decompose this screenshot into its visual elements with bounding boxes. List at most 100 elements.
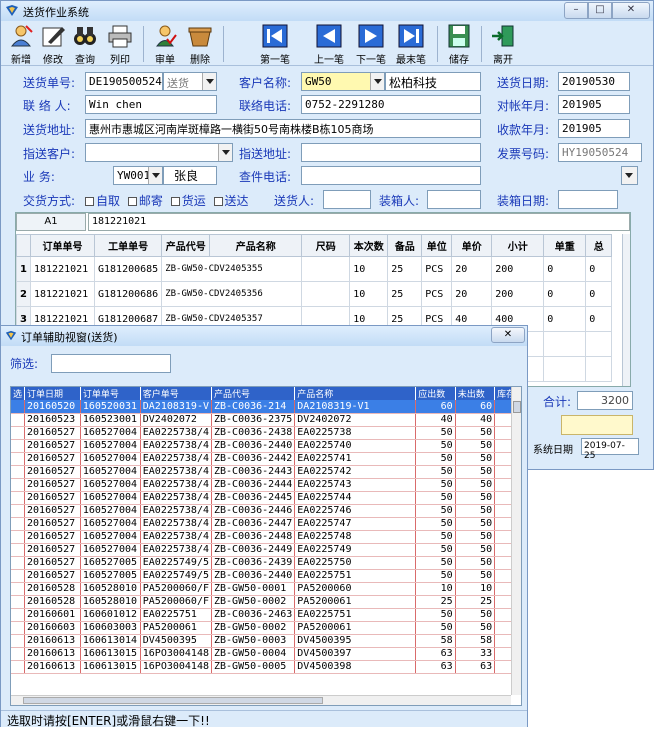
list-column-header[interactable]: 产品代号 — [211, 387, 296, 400]
list-vertical-scrollbar[interactable] — [511, 387, 521, 695]
list-column-header[interactable]: 应出数 — [415, 387, 456, 400]
invoice-label: 发票号码: — [497, 147, 550, 161]
approve-button[interactable]: 审单 — [151, 24, 179, 66]
column-header[interactable]: 订单单号 — [30, 234, 95, 257]
sales-name-field[interactable]: 张良 — [163, 166, 217, 185]
invoice-field[interactable]: HY19050524 — [558, 143, 642, 162]
column-header[interactable]: 备品 — [387, 234, 423, 257]
list-item[interactable]: 20160523 160523001 DV2402072 ZB-C0036-2375 D… — [11, 413, 521, 427]
approve-icon — [156, 25, 177, 47]
list-item[interactable]: 20160527 160527004 EA0225738/4 ZB-C0036-244… — [11, 504, 521, 518]
chevron-down-icon — [202, 73, 216, 90]
delivery-date-field[interactable]: 20190530 — [558, 72, 630, 91]
new-button[interactable]: 新增 — [7, 24, 35, 66]
column-header[interactable]: 尺码 — [301, 234, 351, 257]
scroll-thumb[interactable] — [23, 697, 323, 704]
save-button[interactable]: 储存 — [445, 24, 473, 66]
exit-button[interactable]: 离开 — [489, 24, 517, 66]
print-button[interactable]: 列印 — [105, 24, 135, 66]
list-item[interactable]: 20160520 160520031 DA2108319-V ZB-C0036-214… — [11, 400, 521, 414]
assign-address-field[interactable] — [301, 143, 481, 162]
list-item[interactable]: 20160528 160528010 PA5200060/F ZB-GW50-0001… — [11, 582, 521, 596]
filter-input[interactable] — [51, 354, 171, 373]
table-row[interactable]: 1 181221021 G181200685 ZB-GW50-CDV240535… — [16, 256, 613, 282]
scroll-thumb[interactable] — [513, 401, 521, 413]
extra-dropdown[interactable] — [621, 166, 638, 185]
last-record-button[interactable]: 最末笔 — [393, 24, 429, 66]
pack-date-field[interactable] — [558, 190, 618, 209]
status-bar: 选取时请按[ENTER]或滑鼠右键一下!! — [1, 710, 527, 728]
sales-code-select[interactable]: YW0017 — [113, 166, 163, 185]
list-column-header[interactable]: 订单日期 — [24, 387, 81, 400]
query-button[interactable]: 查询 — [71, 24, 99, 66]
address-field[interactable]: 惠州市惠城区河南岸斑樟路一横街50号南株楼B栋105商场 — [85, 119, 481, 138]
list-item[interactable]: 20160527 160527005 EA0225749/5 ZB-C0036-243… — [11, 556, 521, 570]
list-item[interactable]: 20160527 160527004 EA0225738/4 ZB-C0036-243… — [11, 426, 521, 440]
list-item[interactable]: 20160613 160613015 16PO3004148 ZB-GW50-0004… — [11, 647, 521, 661]
column-header[interactable]: 单价 — [451, 234, 493, 257]
packer-field[interactable] — [427, 190, 481, 209]
assign-customer-select[interactable] — [85, 143, 233, 162]
collection-month-field[interactable]: 201905 — [558, 119, 630, 138]
column-header[interactable]: 总 — [585, 234, 613, 257]
prev-record-button[interactable]: 上一笔 — [313, 24, 345, 66]
list-item[interactable]: 20160527 160527004 EA0225738/4 ZB-C0036-244… — [11, 465, 521, 479]
cell-editor[interactable]: 181221021 — [88, 213, 630, 231]
list-item[interactable]: 20160527 160527004 EA0225738/4 ZB-C0036-244… — [11, 439, 521, 453]
contact-field[interactable]: Win chen — [85, 95, 217, 114]
close-button[interactable]: ✕ — [612, 2, 650, 19]
column-header[interactable]: 产品名称 — [209, 234, 303, 257]
list-column-header[interactable]: 未出数 — [455, 387, 496, 400]
delivery-type-select[interactable]: 送货 — [163, 72, 217, 91]
column-header[interactable]: 工单单号 — [93, 234, 163, 257]
list-column-header[interactable]: 选 — [11, 387, 25, 400]
list-item[interactable]: 20160527 160527004 EA0225738/4 ZB-C0036-244… — [11, 517, 521, 531]
pack-date-label: 装箱日期: — [497, 194, 550, 208]
method-checkbox-deliver[interactable] — [213, 197, 223, 206]
deliverer-field[interactable] — [323, 190, 371, 209]
phone-field[interactable]: 0752-2291280 — [301, 95, 481, 114]
edit-button[interactable]: 修改 — [39, 24, 67, 66]
delete-button[interactable]: 删除 — [185, 24, 215, 66]
list-item[interactable]: 20160527 160527005 EA0225749/5 ZB-C0036-244… — [11, 569, 521, 583]
sales-label: 业 务: — [23, 170, 55, 184]
column-header[interactable]: 本次数 — [349, 234, 389, 257]
list-item[interactable]: 20160601 160601012 EA0225751 ZB-C0036-2463 E… — [11, 608, 521, 622]
popup-close-button[interactable]: ✕ — [491, 327, 525, 343]
list-column-header[interactable]: 产品名称 — [294, 387, 417, 400]
statement-month-field[interactable]: 201905 — [558, 95, 630, 114]
minimize-button[interactable]: – — [564, 2, 588, 19]
column-header[interactable]: 产品代号 — [161, 234, 211, 257]
list-item[interactable]: 20160527 160527004 EA0225738/4 ZB-C0036-244… — [11, 478, 521, 492]
table-row[interactable]: 2 181221021 G181200686 ZB-GW50-CDV240535… — [16, 281, 613, 307]
system-date-field: 2019-07-25 — [581, 438, 639, 461]
customer-name-field[interactable]: 松柏科技 — [385, 72, 481, 91]
list-item[interactable]: 20160528 160528010 PA5200060/F ZB-GW50-0002… — [11, 595, 521, 609]
check-phone-field[interactable] — [301, 166, 481, 185]
list-item[interactable]: 20160613 160613015 16PO3004148 ZB-GW50-0005… — [11, 660, 521, 674]
method-checkbox-pickup[interactable] — [85, 197, 94, 206]
delivery-no-field[interactable]: DE190500524 — [85, 72, 163, 91]
method-checkbox-freight[interactable] — [170, 197, 180, 206]
delivery-method-group: 自取 邮寄 货运 送达 — [81, 192, 249, 209]
list-item[interactable]: 20160527 160527004 EA0225738/4 ZB-C0036-244… — [11, 530, 521, 544]
list-column-header[interactable]: 客户单号 — [140, 387, 213, 400]
column-header[interactable]: 单位 — [421, 234, 453, 257]
chevron-down-icon — [148, 167, 162, 184]
list-item[interactable]: 20160527 160527004 EA0225738/4 ZB-C0036-244… — [11, 491, 521, 505]
list-horizontal-scrollbar[interactable] — [11, 695, 511, 705]
list-column-header[interactable]: 订单单号 — [80, 387, 141, 400]
maximize-button[interactable]: □ — [588, 2, 612, 19]
column-header[interactable]: 单重 — [543, 234, 587, 257]
column-header[interactable]: 小计 — [491, 234, 545, 257]
list-item[interactable]: 20160527 160527004 EA0225738/4 ZB-C0036-244… — [11, 452, 521, 466]
customer-code-select[interactable]: GW50 — [301, 72, 385, 91]
list-item[interactable]: 20160527 160527004 EA0225738/4 ZB-C0036-244… — [11, 543, 521, 557]
next-record-button[interactable]: 下一笔 — [355, 24, 387, 66]
grid-scrollbar[interactable] — [622, 234, 630, 386]
order-list: 选 订单日期 订单单号 客户单号 产品代号 产品名称 应出数 未出数 库存 20… — [10, 386, 522, 706]
list-item[interactable]: 20160613 160613014 DV4500395 ZB-GW50-0003 DV… — [11, 634, 521, 648]
list-item[interactable]: 20160603 160603003 PA5200061 ZB-GW50-0002 PA… — [11, 621, 521, 635]
method-checkbox-mail[interactable] — [127, 197, 137, 206]
first-record-button[interactable]: 第一笔 — [259, 24, 291, 66]
